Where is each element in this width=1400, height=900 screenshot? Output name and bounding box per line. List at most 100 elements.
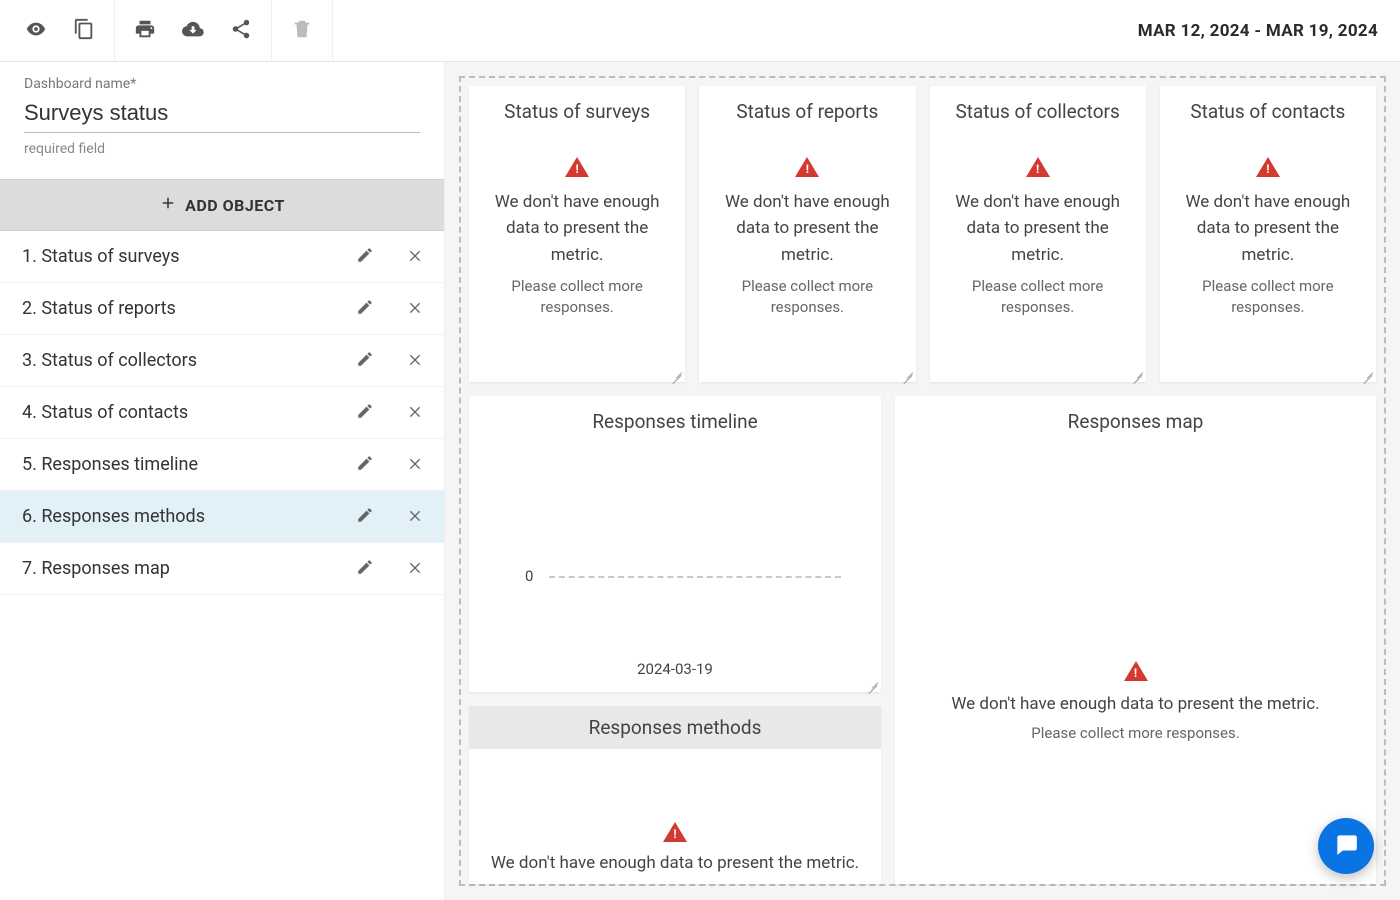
pencil-icon	[356, 298, 374, 320]
object-item-label: 6. Responses methods	[22, 506, 354, 527]
dashboard-name-input[interactable]	[24, 98, 420, 133]
object-item-label: 3. Status of collectors	[22, 350, 354, 371]
required-helper-text: required field	[24, 141, 420, 157]
no-data-message: We don't have enough data to present the…	[483, 189, 671, 268]
edit-object-button[interactable]	[354, 454, 376, 476]
y-tick-label: 0	[525, 567, 533, 585]
warning-icon	[663, 822, 687, 842]
chart-baseline	[549, 576, 841, 578]
delete-button[interactable]	[278, 7, 326, 55]
object-list-item[interactable]: 4. Status of contacts	[0, 387, 444, 439]
edit-object-button[interactable]	[354, 558, 376, 580]
object-list-item[interactable]: 1. Status of surveys	[0, 231, 444, 283]
edit-object-button[interactable]	[354, 402, 376, 424]
pencil-icon	[356, 246, 374, 268]
share-button[interactable]	[217, 7, 265, 55]
close-icon	[407, 403, 423, 423]
object-item-label: 1. Status of surveys	[22, 246, 354, 267]
share-icon	[230, 18, 252, 44]
remove-object-button[interactable]	[404, 298, 426, 320]
warning-icon	[1026, 157, 1050, 177]
widget-title: Status of collectors	[930, 86, 1146, 127]
chat-icon	[1333, 831, 1359, 861]
date-range-picker[interactable]: MAR 12, 2024 - MAR 19, 2024	[1138, 21, 1378, 41]
eye-icon	[25, 18, 47, 44]
object-list-item[interactable]: 7. Responses map	[0, 543, 444, 595]
close-icon	[407, 247, 423, 267]
remove-object-button[interactable]	[404, 506, 426, 528]
close-icon	[407, 559, 423, 579]
no-data-sub: Please collect more responses.	[483, 276, 671, 318]
print-button[interactable]	[121, 7, 169, 55]
edit-object-button[interactable]	[354, 350, 376, 372]
object-list-item[interactable]: 6. Responses methods	[0, 491, 444, 543]
close-icon	[407, 455, 423, 475]
remove-object-button[interactable]	[404, 454, 426, 476]
object-list-item[interactable]: 3. Status of collectors	[0, 335, 444, 387]
dashboard-canvas: Status of surveys We don't have enough d…	[445, 62, 1400, 900]
preview-button[interactable]	[12, 7, 60, 55]
warning-icon	[1124, 661, 1148, 681]
widget-status-reports[interactable]: Status of reports We don't have enough d…	[699, 86, 915, 382]
pencil-icon	[356, 350, 374, 372]
pencil-icon	[356, 454, 374, 476]
close-icon	[407, 351, 423, 371]
edit-object-button[interactable]	[354, 506, 376, 528]
object-item-label: 4. Status of contacts	[22, 402, 354, 423]
object-item-label: 5. Responses timeline	[22, 454, 354, 475]
widget-responses-methods[interactable]: Responses methods We don't have enough d…	[469, 706, 881, 884]
canvas-drop-zone[interactable]: Status of surveys We don't have enough d…	[459, 76, 1386, 886]
close-icon	[407, 507, 423, 527]
resize-handle[interactable]	[902, 368, 914, 380]
widget-title: Status of reports	[699, 86, 915, 127]
add-object-button[interactable]: ADD OBJECT	[0, 179, 444, 231]
no-data-message: We don't have enough data to present the…	[951, 691, 1319, 717]
no-data-message: We don't have enough data to present the…	[491, 850, 859, 876]
object-list-item[interactable]: 5. Responses timeline	[0, 439, 444, 491]
print-icon	[134, 18, 156, 44]
object-list: 1. Status of surveys 2. Status of reports…	[0, 231, 444, 595]
resize-handle[interactable]	[1132, 368, 1144, 380]
resize-handle[interactable]	[867, 678, 879, 690]
download-button[interactable]	[169, 7, 217, 55]
no-data-sub: Please collect more responses.	[713, 276, 901, 318]
widget-status-contacts[interactable]: Status of contacts We don't have enough …	[1160, 86, 1376, 382]
pencil-icon	[356, 558, 374, 580]
sidebar: Dashboard name* required field ADD OBJEC…	[0, 62, 445, 900]
object-list-item[interactable]: 2. Status of reports	[0, 283, 444, 335]
warning-icon	[1256, 157, 1280, 177]
object-item-label: 2. Status of reports	[22, 298, 354, 319]
copy-button[interactable]	[60, 7, 108, 55]
edit-object-button[interactable]	[354, 298, 376, 320]
close-icon	[407, 299, 423, 319]
add-object-label: ADD OBJECT	[185, 196, 285, 215]
widget-title: Status of surveys	[469, 86, 685, 127]
timeline-chart: 0	[469, 437, 881, 660]
no-data-sub: Please collect more responses.	[1174, 276, 1362, 318]
widget-status-collectors[interactable]: Status of collectors We don't have enoug…	[930, 86, 1146, 382]
widget-title: Responses timeline	[469, 396, 881, 437]
widget-responses-timeline[interactable]: Responses timeline 0 2024-03-19	[469, 396, 881, 692]
x-tick-label: 2024-03-19	[469, 660, 881, 692]
trash-icon	[291, 18, 313, 44]
resize-handle[interactable]	[671, 368, 683, 380]
no-data-message: We don't have enough data to present the…	[944, 189, 1132, 268]
no-data-sub: Please collect more responses.	[1031, 723, 1239, 744]
widget-status-surveys[interactable]: Status of surveys We don't have enough d…	[469, 86, 685, 382]
edit-object-button[interactable]	[354, 246, 376, 268]
widget-title: Status of contacts	[1160, 86, 1376, 127]
pencil-icon	[356, 402, 374, 424]
widget-title: Responses map	[895, 396, 1376, 437]
resize-handle[interactable]	[1362, 368, 1374, 380]
widget-responses-map[interactable]: Responses map We don't have enough data …	[895, 396, 1376, 884]
pencil-icon	[356, 506, 374, 528]
chat-launcher[interactable]	[1318, 818, 1374, 874]
main: Dashboard name* required field ADD OBJEC…	[0, 62, 1400, 900]
dashboard-name-label: Dashboard name*	[24, 76, 420, 92]
cloud-download-icon	[182, 18, 204, 44]
remove-object-button[interactable]	[404, 350, 426, 372]
remove-object-button[interactable]	[404, 246, 426, 268]
copy-icon	[73, 18, 95, 44]
remove-object-button[interactable]	[404, 402, 426, 424]
remove-object-button[interactable]	[404, 558, 426, 580]
